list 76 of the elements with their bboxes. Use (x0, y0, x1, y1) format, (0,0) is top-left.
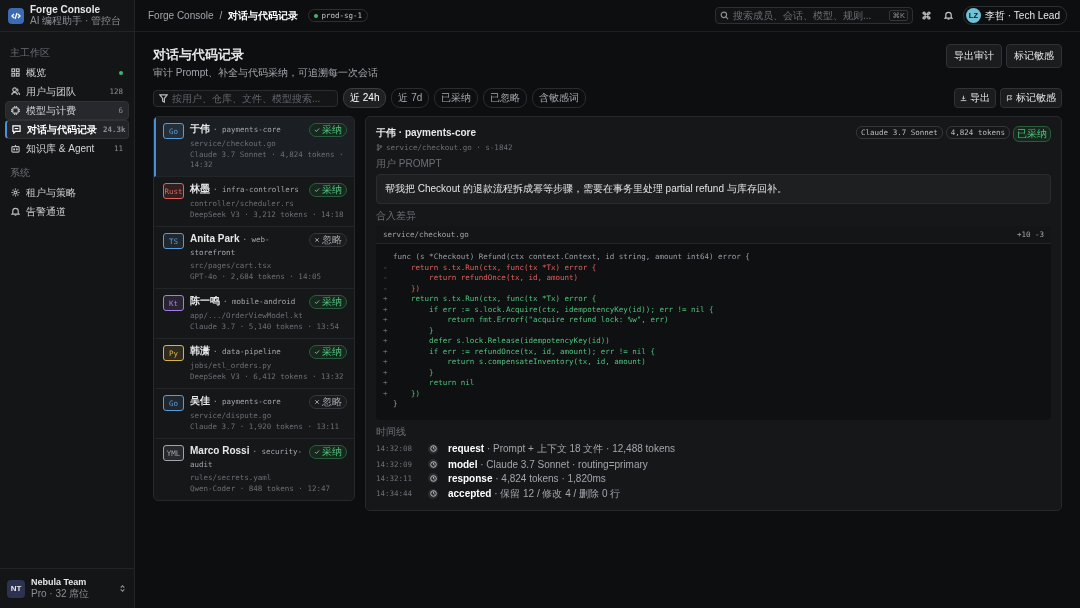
action-button[interactable]: 标记敏感 (1006, 44, 1062, 68)
section-label: 时间线 (376, 424, 406, 439)
section-label: 主工作区 (9, 46, 51, 60)
status-badge: 忽略 (309, 233, 347, 247)
breadcrumb-item[interactable]: Forge Console (148, 10, 214, 21)
settings-icon (11, 188, 20, 197)
filter-icon (159, 93, 168, 103)
close-icon (314, 399, 320, 405)
status-badge: 采纳 (309, 445, 347, 459)
check-icon (314, 299, 320, 305)
filter-chip[interactable]: 近 7d (391, 88, 430, 108)
bell-icon (944, 11, 954, 20)
check-icon (314, 449, 320, 455)
action-button[interactable]: 导出审计 (946, 44, 1002, 68)
team-plan: Pro · 32 席位 (31, 586, 91, 601)
download-icon (960, 94, 967, 102)
item-label: 模型与计费 (26, 103, 77, 118)
command-icon (922, 11, 932, 20)
bell-icon (11, 207, 20, 216)
clock-icon (429, 460, 437, 468)
user-name: 李哲 · Tech Lead (984, 8, 1060, 23)
page-subtitle: 审计 Prompt、补全与代码采纳，可追溯每一次会话 (153, 66, 379, 80)
flag-icon (1006, 94, 1013, 102)
session-heading: 于伟 · payments-core (376, 126, 478, 140)
item-label: 租户与策略 (26, 185, 77, 200)
filter-search-field[interactable]: 按用户、仓库、文件、模型搜索... (153, 89, 338, 107)
close-icon (314, 237, 320, 243)
chip-icon (11, 106, 20, 115)
sidebar-item[interactable]: 概览 (5, 63, 129, 82)
status-badge: 忽略 (309, 395, 347, 409)
section-label: 合入差异 (376, 209, 416, 223)
check-icon (314, 127, 320, 133)
robot-icon (11, 144, 20, 153)
check-icon (314, 349, 320, 355)
event-text: model · Claude 3.7 Sonnet · routing=primary (448, 458, 648, 470)
users-icon (11, 87, 20, 96)
grid-icon (11, 68, 20, 77)
app-subtitle: AI 编程助手 · 管控台 (30, 15, 122, 27)
section-label: 用户 PROMPT (376, 157, 442, 171)
sidebar-item[interactable]: 租户与策略 (5, 183, 129, 202)
sidebar-item[interactable]: 告警通道 (5, 202, 129, 221)
check-icon (314, 187, 320, 193)
status-badge: 采纳 (309, 183, 347, 197)
search-icon (719, 11, 729, 20)
team-avatar: NT (7, 579, 25, 598)
chevrons-icon (118, 584, 127, 593)
app-title: Forge Console (30, 4, 100, 15)
branch-icon (376, 144, 383, 151)
filter-chip[interactable]: 已采纳 (434, 88, 479, 108)
status-badge: 采纳 (309, 123, 347, 137)
status-badge: 采纳 (309, 295, 347, 309)
event-text: request · Prompt + 上下文 18 文件 · 12,488 tokens (448, 441, 676, 456)
item-label: 概览 (26, 65, 47, 80)
breadcrumb-item: 对话与代码记录 (228, 8, 299, 23)
clock-icon (429, 490, 437, 497)
section-label: 系统 (9, 166, 31, 180)
item-label: 告警通道 (26, 204, 67, 219)
breadcrumb-separator: / (219, 10, 223, 21)
event-text: accepted · 保留 12 / 修改 4 / 删除 0 行 (448, 486, 621, 501)
filter-chip[interactable]: 含敏感词 (532, 88, 587, 108)
item-label: 对话与代码记录 (27, 122, 97, 137)
toolbar-button[interactable]: 标记敏感 (1000, 88, 1062, 108)
chat-icon (12, 125, 21, 134)
toolbar-button[interactable]: 导出 (954, 88, 996, 108)
item-label: 用户与团队 (26, 84, 77, 99)
item-label: 知识库 & Agent (26, 141, 96, 156)
page-title: 对话与代码记录 (153, 46, 245, 64)
prompt-text: 帮我把 Checkout 的退款流程拆成幂等步骤，需要在事务里处理 partial refund 与库存回补。 (376, 174, 1051, 204)
clock-icon (429, 445, 437, 452)
filter-chip[interactable]: 近 24h (343, 88, 387, 108)
filter-chip[interactable]: 已忽略 (483, 88, 528, 108)
event-text: response · 4,824 tokens · 1,820ms (448, 472, 606, 484)
clock-icon (429, 474, 437, 482)
team-name: Nebula Team (31, 576, 88, 587)
status-badge: 已采纳 (1013, 126, 1051, 142)
status-badge: 采纳 (309, 345, 347, 359)
